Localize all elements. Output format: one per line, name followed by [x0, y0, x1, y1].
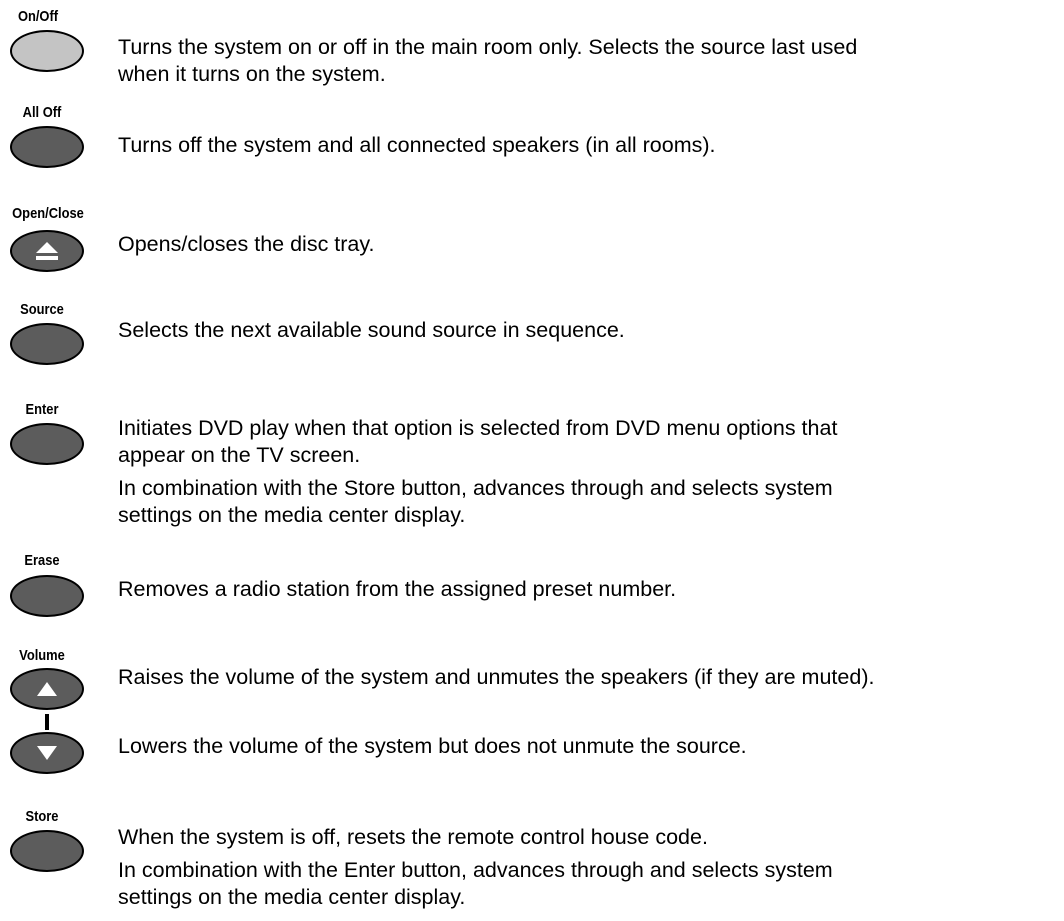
volume-up-button[interactable] — [10, 668, 84, 710]
source-label: Source — [20, 301, 64, 318]
source-button[interactable] — [10, 323, 84, 365]
on-off-button[interactable] — [10, 30, 84, 72]
all-off-label: All Off — [22, 104, 62, 121]
store-description-line-2: In combination with the Enter button, ad… — [118, 858, 833, 882]
enter-description-line-4: settings on the media center display. — [118, 503, 466, 527]
volume-down-description: Lowers the volume of the system but does… — [118, 734, 747, 758]
volume-connector-line — [45, 714, 49, 730]
erase-label: Erase — [24, 552, 60, 569]
open-close-description: Opens/closes the disc tray. — [118, 232, 375, 256]
open-close-label: Open/Close — [12, 205, 84, 222]
triangle-up-icon — [37, 682, 57, 696]
enter-label: Enter — [25, 401, 59, 418]
erase-button[interactable] — [10, 575, 84, 617]
volume-down-button[interactable] — [10, 732, 84, 774]
triangle-down-icon — [37, 746, 57, 760]
store-label: Store — [25, 808, 59, 825]
volume-label: Volume — [19, 647, 65, 664]
all-off-description: Turns off the system and all connected s… — [118, 133, 716, 157]
on-off-description-line-1: Turns the system on or off in the main r… — [118, 35, 858, 59]
eject-icon — [36, 242, 58, 260]
volume-up-description: Raises the volume of the system and unmu… — [118, 665, 875, 689]
erase-description: Removes a radio station from the assigne… — [118, 577, 677, 601]
store-button[interactable] — [10, 830, 84, 872]
on-off-description-line-2: when it turns on the system. — [118, 62, 386, 86]
enter-button[interactable] — [10, 423, 84, 465]
store-description-line-3: settings on the media center display. — [118, 885, 466, 909]
store-description-line-1: When the system is off, resets the remot… — [118, 825, 708, 849]
enter-description-line-1: Initiates DVD play when that option is s… — [118, 416, 838, 440]
all-off-button[interactable] — [10, 126, 84, 168]
source-description: Selects the next available sound source … — [118, 318, 625, 342]
on-off-label: On/Off — [17, 8, 59, 25]
enter-description-line-3: In combination with the Store button, ad… — [118, 476, 833, 500]
open-close-button[interactable] — [10, 230, 84, 272]
enter-description-line-2: appear on the TV screen. — [118, 443, 361, 467]
